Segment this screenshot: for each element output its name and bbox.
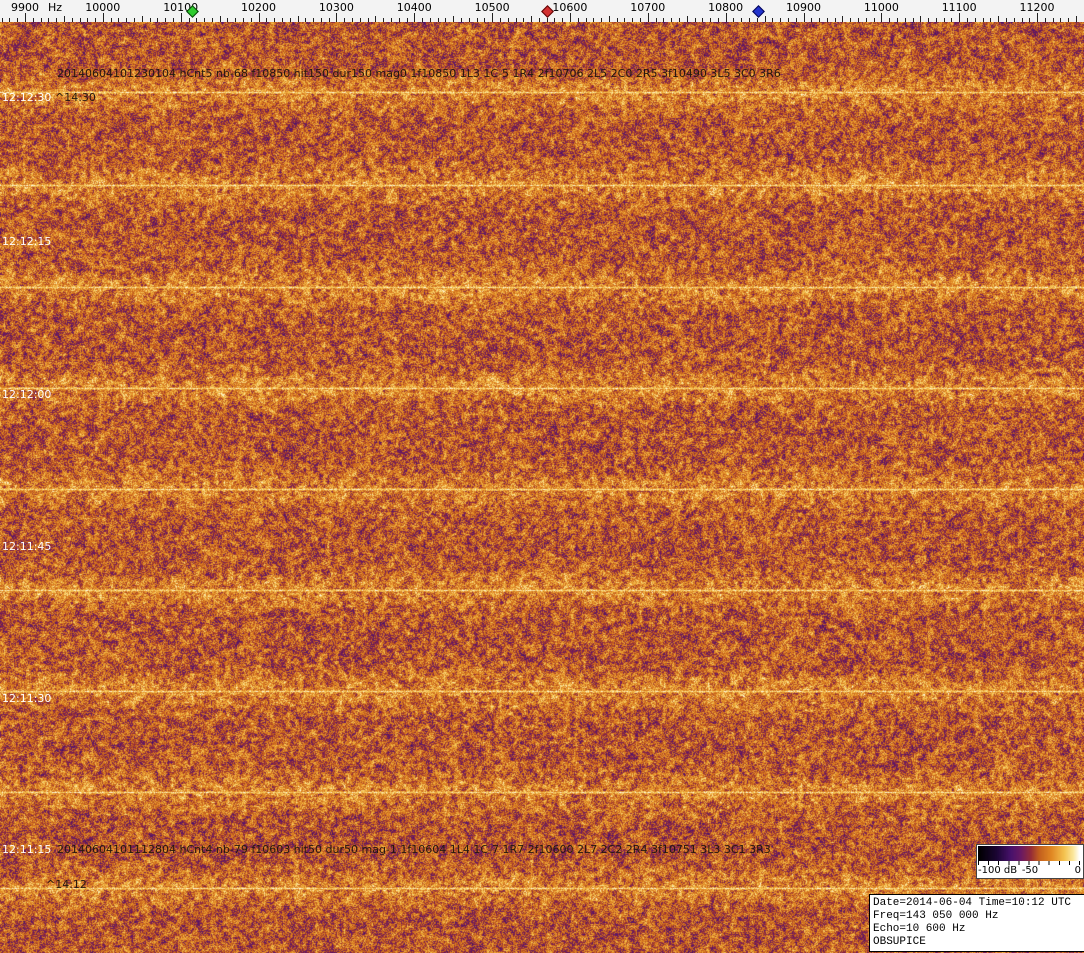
spectrogram-area: 12:12:30 12:12:15 12:12:00 12:11:45 12:11:30… — [0, 22, 1084, 953]
info-line-echo: Echo=10 600 Hz — [873, 923, 1081, 936]
time-label: 12:12:15 — [2, 235, 51, 248]
time-label: 12:11:45 — [2, 540, 51, 553]
colorbar-gradient — [978, 846, 1080, 861]
ruler-tick-label: 10800 — [708, 1, 743, 14]
ruler-tick — [959, 13, 960, 22]
ruler-tick-label: 11100 — [942, 1, 977, 14]
ruler-tick-label: 10200 — [241, 1, 276, 14]
ruler-tick-label: 11000 — [864, 1, 899, 14]
ruler-tick — [336, 13, 337, 22]
ruler-tick-label: 10900 — [786, 1, 821, 14]
ruler-tick — [726, 13, 727, 22]
frequency-ruler: Hz 9900 10000 10100 10200 10300 10400 10500 106… — [0, 0, 1084, 22]
info-line-freq: Freq=143 050 000 Hz — [873, 910, 1081, 923]
time-label: 12:11:15 — [2, 843, 51, 856]
ruler-tick — [570, 13, 571, 22]
frequency-marker-blue[interactable] — [752, 5, 765, 18]
ruler-tick — [25, 13, 26, 22]
spectrogram-canvas[interactable] — [0, 22, 1084, 953]
ruler-tick — [103, 13, 104, 22]
ruler-tick-label: 10700 — [630, 1, 665, 14]
ruler-tick — [259, 13, 260, 22]
ruler-tick-label: 11200 — [1020, 1, 1055, 14]
ruler-tick — [181, 13, 182, 22]
peak-marker: ^14:30 — [55, 91, 96, 104]
detection-annotation: 20140604101112804 hCnt4 nb-79 f10603 hit… — [57, 843, 771, 856]
ruler-tick-label: 10400 — [397, 1, 432, 14]
time-label: 12:11:30 — [2, 692, 51, 705]
ruler-tick — [881, 13, 882, 22]
ruler-tick-label: 10600 — [552, 1, 587, 14]
ruler-tick-label: 10500 — [475, 1, 510, 14]
detection-annotation: 20140604101230104 hCnt5 nb-68 f10850 hit… — [57, 67, 781, 80]
ruler-unit-label: Hz — [48, 1, 62, 14]
peak-marker: ^14:12 — [46, 878, 87, 891]
time-label: 12:12:30 — [2, 91, 51, 104]
ruler-tick-label: 10000 — [85, 1, 120, 14]
ruler-tick-label: 9900 — [11, 1, 39, 14]
info-line-date: Date=2014-06-04 Time=10:12 UTC — [873, 897, 1081, 910]
colorbar: -100 dB -50 0 — [976, 844, 1084, 879]
ruler-tick — [648, 13, 649, 22]
ruler-tick — [1037, 13, 1038, 22]
colorbar-label-max: 0 — [1075, 865, 1081, 876]
ruler-tick — [414, 13, 415, 22]
info-box: Date=2014-06-04 Time=10:12 UTC Freq=143 … — [869, 894, 1084, 952]
colorbar-labels: -100 dB -50 0 — [978, 865, 1082, 877]
ruler-tick — [492, 13, 493, 22]
colorbar-label-mid: -50 — [1022, 865, 1038, 876]
info-line-station: OBSUPICE — [873, 936, 1081, 949]
ruler-tick-label: 10300 — [319, 1, 354, 14]
ruler-tick — [804, 13, 805, 22]
time-label: 12:12:00 — [2, 388, 51, 401]
colorbar-label-min: -100 dB — [978, 865, 1017, 876]
